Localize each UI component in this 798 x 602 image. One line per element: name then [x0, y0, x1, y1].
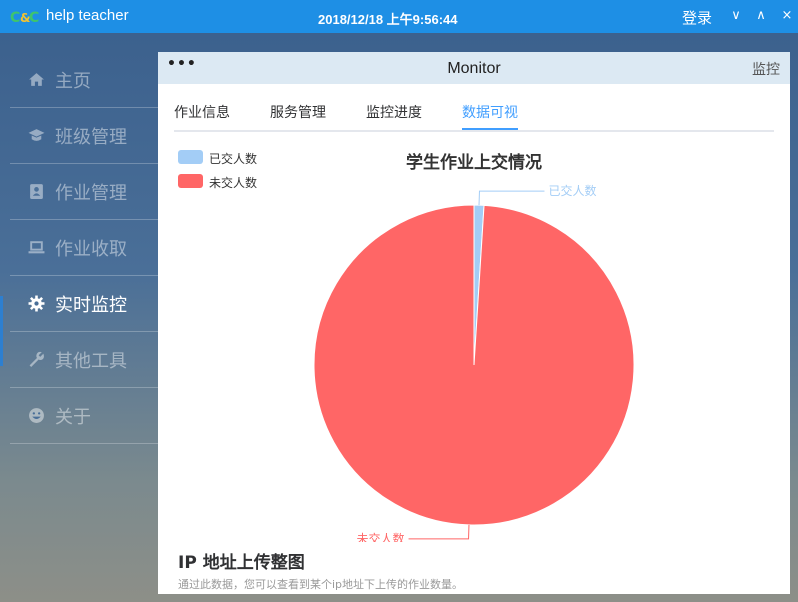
section-title: IP 地址上传整图	[178, 553, 305, 573]
section-description: 通过此数据，您可以查看到某个ip地址下上传的作业数量。	[178, 578, 464, 591]
pie-label-line	[478, 190, 545, 206]
sidebar-item-realtime-monitor[interactable]: 实时监控	[10, 276, 158, 332]
pie-label-line	[408, 524, 470, 540]
app-name: help teacher	[46, 7, 129, 24]
title-bar: C & C help teacher 2018/12/18 上午9:56:44 …	[0, 0, 798, 33]
graduation-cap-icon	[28, 129, 45, 141]
sidebar-edge-marker	[0, 296, 3, 366]
laptop-icon	[28, 241, 45, 254]
sidebar-item-class-management[interactable]: 班级管理	[10, 108, 158, 164]
sidebar-item-homework-management[interactable]: 作业管理	[10, 164, 158, 220]
sidebar-item-label: 关于	[55, 407, 91, 428]
datetime-display: 2018/12/18 上午9:56:44	[318, 12, 458, 27]
pie-slice-label: 已交人数	[548, 183, 596, 198]
home-icon	[29, 73, 44, 86]
wrench-icon	[29, 351, 44, 367]
sidebar-item-other-tools[interactable]: 其他工具	[10, 332, 158, 388]
login-button[interactable]: 登录	[682, 7, 712, 28]
sidebar-item-label: 其他工具	[55, 351, 127, 372]
pie-chart: 已交人数未交人数	[313, 183, 635, 542]
maximize-button[interactable]: ∧	[753, 8, 769, 24]
sidebar-item-homework-collection[interactable]: 作业收取	[10, 220, 158, 276]
pie-slice-label: 未交人数	[357, 531, 405, 542]
minimize-button[interactable]: ∨	[728, 8, 744, 24]
sidebar-item-label: 作业管理	[55, 183, 127, 204]
sidebar-nav: 主页 班级管理 作业管理 作业收取 实时监控 其他工具 关于	[0, 33, 158, 602]
sidebar-item-label: 实时监控	[55, 295, 127, 316]
sidebar-item-label: 班级管理	[55, 127, 127, 148]
app-logo-icon: C & C	[10, 10, 39, 26]
monitor-panel: ••• Monitor 监控 作业信息 服务管理 监控进度 数据可视 已交人数 …	[158, 52, 790, 594]
pie-slice[interactable]	[313, 204, 635, 526]
close-button[interactable]: ×	[779, 8, 795, 24]
address-book-icon	[30, 184, 43, 199]
sidebar-item-label: 主页	[55, 71, 91, 92]
svg-text:C: C	[10, 10, 20, 26]
svg-text:C: C	[29, 10, 39, 26]
smile-icon	[29, 408, 44, 423]
sidebar-item-label: 作业收取	[55, 239, 127, 260]
gear-icon	[28, 295, 45, 312]
sidebar-item-home[interactable]: 主页	[10, 52, 158, 108]
sidebar-item-about[interactable]: 关于	[10, 388, 158, 444]
